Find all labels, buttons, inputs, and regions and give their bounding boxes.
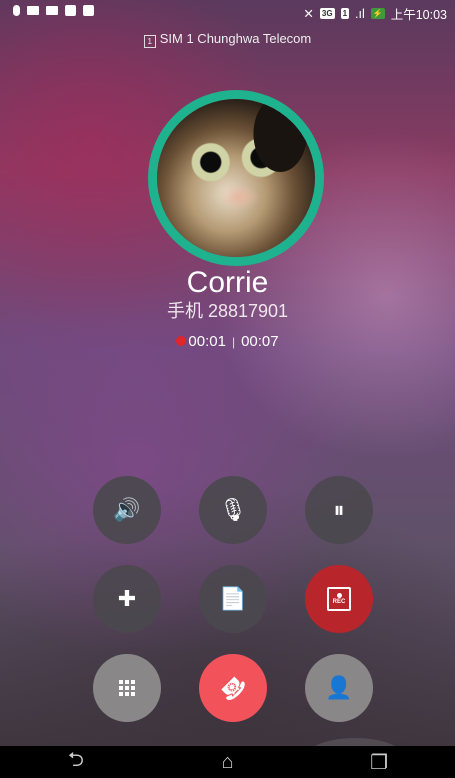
phone-pause-icon: ⏸: [333, 497, 345, 522]
add-call-button[interactable]: ✚: [93, 565, 161, 633]
sim-card-icon: 1: [143, 35, 156, 48]
network-type-icon: 3G: [319, 8, 335, 19]
note-add-icon: 📄: [219, 586, 247, 611]
note-button[interactable]: 📄: [199, 565, 267, 633]
sim-carrier-line: 1 SIM 1 Chunghwa Telecom: [0, 31, 455, 48]
chat-icon: [46, 6, 58, 15]
recents-icon[interactable]: ❐: [359, 750, 399, 775]
keypad-button[interactable]: [93, 654, 161, 722]
record-timer: 00:01: [188, 333, 226, 350]
status-bar: ✕ 3G 1 .ıl ⚡ 上午10:03: [0, 0, 455, 24]
person-icon: 👤: [325, 675, 353, 700]
phone-add-icon: ✚: [117, 586, 137, 611]
back-icon[interactable]: ⮌: [56, 745, 96, 778]
mute-button[interactable]: 🎙: [199, 476, 267, 544]
rec-icon: REC: [327, 587, 351, 611]
status-time: 上午10:03: [390, 8, 447, 22]
rec-label: REC: [332, 599, 346, 605]
navigation-bar: ⮌ ⌂ ❐: [0, 746, 455, 778]
contact-button[interactable]: 👤: [305, 654, 373, 722]
image-icon: [65, 5, 76, 16]
call-screen: ✕ 3G 1 .ıl ⚡ 上午10:03 1 SIM 1 Chunghwa Tel…: [0, 0, 455, 778]
contact-avatar: [148, 90, 324, 266]
call-timers: 00:01 | 00:07: [0, 333, 455, 350]
record-button[interactable]: REC: [305, 565, 373, 633]
home-icon[interactable]: ⌂: [207, 751, 247, 774]
mic-mute-icon: 🎙: [219, 497, 247, 522]
hangup-icon: ☎: [214, 669, 252, 707]
contact-number: 手机 28817901: [166, 301, 289, 321]
battery-icon: ⚡: [370, 8, 385, 19]
mute-status-icon: ✕: [303, 7, 314, 21]
contact-name: Corrie: [186, 266, 269, 299]
call-timer: 00:07: [241, 333, 279, 350]
signal-icon: .ıl: [355, 6, 365, 21]
record-dot-icon: [176, 336, 187, 346]
message-icon: [27, 6, 39, 15]
hold-button[interactable]: ⏸: [305, 476, 373, 544]
mic-status-icon: [13, 5, 20, 16]
speaker-button[interactable]: 🔊: [93, 476, 161, 544]
cat-photo: [157, 99, 315, 257]
sim-carrier-text: SIM 1 Chunghwa Telecom: [159, 31, 312, 46]
timer-separator: |: [231, 335, 236, 349]
image-icon-2: [83, 5, 94, 16]
dialpad-icon: [119, 680, 135, 696]
speaker-icon: 🔊: [113, 497, 141, 522]
sim-slot-icon: 1: [340, 8, 350, 19]
end-call-button[interactable]: ☎: [199, 654, 267, 722]
